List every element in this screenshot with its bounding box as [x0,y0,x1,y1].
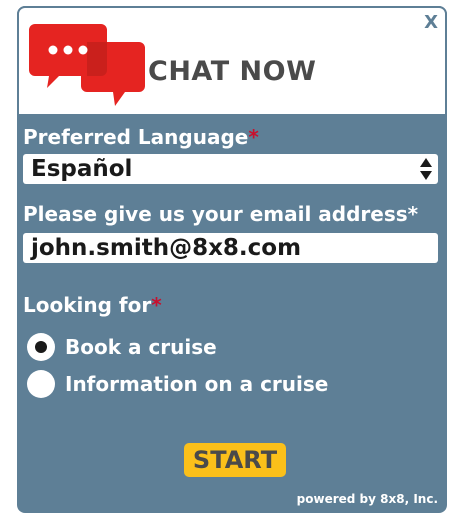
radio-label: Book a cruise [65,335,217,359]
radio-dot [35,341,47,353]
powered-by: powered by 8x8, Inc. [296,492,438,506]
language-label: Preferred Language* [23,125,259,149]
chat-header: X CHAT NOW [17,6,447,116]
select-arrows-icon [420,158,432,180]
email-field[interactable]: john.smith@8x8.com [23,233,438,263]
required-mark: * [151,293,162,317]
radio-button[interactable] [27,370,55,398]
email-field-value: john.smith@8x8.com [31,235,302,261]
radio-label: Information on a cruise [65,372,329,396]
start-button[interactable]: START [184,443,286,477]
chat-bubbles-icon [29,24,145,106]
language-select-value: Español [31,156,133,182]
email-label: Please give us your email address* [23,202,419,226]
required-mark: * [248,125,259,149]
looking-for-label: Looking for* [23,293,162,317]
language-label-text: Preferred Language [23,125,249,149]
language-select[interactable]: Español [23,154,438,184]
chat-title: CHAT NOW [148,56,317,87]
close-button[interactable]: X [424,12,438,34]
chat-widget: X CHAT NOW Preferred Language* Español P… [17,6,447,513]
looking-for-label-text: Looking for [23,293,152,317]
radio-button-selected[interactable] [27,333,55,361]
